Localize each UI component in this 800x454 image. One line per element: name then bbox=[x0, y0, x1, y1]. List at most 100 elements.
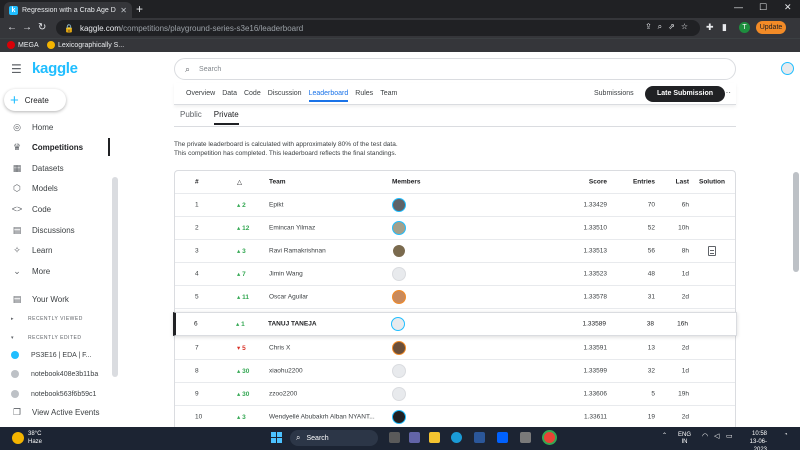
table-row[interactable]: 4 ▴ 7 Jimin Wang 1.33523 48 1d bbox=[175, 263, 735, 286]
sidebar-scrollbar[interactable] bbox=[112, 177, 118, 377]
submissions-link[interactable]: Submissions bbox=[594, 90, 634, 97]
sidepanel-icon[interactable]: ▮ bbox=[722, 22, 727, 33]
tray-chevron-icon[interactable]: ⌃ bbox=[662, 432, 667, 439]
tab-rules[interactable]: Rules bbox=[355, 90, 373, 97]
minimize-icon[interactable]: — bbox=[734, 2, 743, 12]
tab-discussion[interactable]: Discussion bbox=[268, 90, 302, 97]
file-explorer-icon[interactable] bbox=[429, 432, 440, 443]
sidebar-item-home[interactable]: ◎ Home bbox=[0, 118, 110, 136]
tab-data[interactable]: Data bbox=[222, 90, 237, 97]
table-row[interactable]: 2 ▴ 12 Emincan Yilmaz 1.33510 52 10h bbox=[175, 217, 735, 240]
member-avatar[interactable] bbox=[392, 267, 406, 281]
bookmark-lexicographically[interactable]: Lexicographically S... bbox=[47, 41, 124, 49]
forward-icon[interactable]: → bbox=[22, 22, 32, 34]
header-entries[interactable]: Entries bbox=[627, 179, 655, 186]
member-avatar[interactable] bbox=[392, 364, 406, 378]
create-button[interactable]: + Create bbox=[4, 89, 66, 111]
team-name[interactable]: Oscar Aguilar bbox=[269, 294, 308, 301]
chrome-icon[interactable] bbox=[544, 432, 555, 443]
team-name[interactable]: Jimin Wang bbox=[269, 271, 303, 278]
reload-icon[interactable]: ↻ bbox=[38, 22, 46, 34]
member-avatar[interactable] bbox=[392, 198, 406, 212]
my-team-row[interactable]: 6 ▴ 1 TANUJ TANEJA 1.33589 38 16h bbox=[173, 312, 737, 336]
teams-icon[interactable] bbox=[409, 432, 420, 443]
member-avatar[interactable] bbox=[392, 290, 406, 304]
member-avatar[interactable] bbox=[392, 387, 406, 401]
sidebar-item-more[interactable]: ⌄ More bbox=[0, 262, 110, 280]
edge-icon[interactable] bbox=[451, 432, 462, 443]
dropbox-icon[interactable] bbox=[497, 432, 508, 443]
back-icon[interactable]: ← bbox=[7, 22, 17, 34]
battery-icon[interactable]: ▭ bbox=[726, 432, 733, 440]
recent-item[interactable]: notebook563f6b59c1 bbox=[11, 390, 111, 398]
member-avatar[interactable] bbox=[392, 341, 406, 355]
table-row[interactable]: 3 ▴ 3 Ravi Ramakrishnan 1.33513 56 8h bbox=[175, 240, 735, 263]
recently-edited-toggle[interactable]: ▾ RECENTLY EDITED bbox=[11, 335, 81, 341]
browser-tab[interactable]: k Regression with a Crab Age Data... ✕ bbox=[4, 2, 132, 18]
notification-icon[interactable]: ◔ bbox=[784, 432, 788, 438]
header-delta[interactable]: △ bbox=[237, 178, 242, 186]
tab-overview[interactable]: Overview bbox=[186, 90, 215, 97]
tab-public[interactable]: Public bbox=[180, 110, 202, 125]
header-score[interactable]: Score bbox=[557, 179, 607, 186]
language-indicator[interactable]: ENG IN bbox=[678, 432, 691, 446]
team-name[interactable]: TANUJ TANEJA bbox=[268, 321, 317, 328]
header-rank[interactable]: # bbox=[195, 179, 199, 186]
recent-item[interactable]: notebook408e3b11ba bbox=[11, 370, 111, 378]
member-avatar[interactable] bbox=[392, 244, 406, 258]
profile-avatar[interactable]: T bbox=[739, 22, 750, 33]
kaggle-logo[interactable]: kaggle bbox=[32, 60, 78, 77]
taskbar-search[interactable]: ⌕ Search bbox=[290, 430, 378, 446]
close-tab-icon[interactable]: ✕ bbox=[120, 6, 127, 15]
view-active-events[interactable]: ❐ View Active Events bbox=[0, 403, 110, 421]
page-scrollbar[interactable] bbox=[793, 172, 799, 272]
volume-icon[interactable]: ◁ bbox=[714, 432, 719, 440]
wifi-icon[interactable]: ◠ bbox=[702, 432, 708, 440]
member-avatar[interactable] bbox=[391, 317, 405, 331]
table-row[interactable]: 8 ▴ 30 xiaohu2200 1.33599 32 1d bbox=[175, 360, 735, 383]
tab-code[interactable]: Code bbox=[244, 90, 261, 97]
store-icon[interactable] bbox=[474, 432, 485, 443]
sidebar-item-competitions[interactable]: ♛ Competitions bbox=[0, 138, 110, 156]
header-last[interactable]: Last bbox=[659, 179, 689, 186]
table-row[interactable]: 5 ▴ 11 Oscar Aguilar 1.33578 31 2d bbox=[175, 286, 735, 309]
sidebar-item-your-work[interactable]: ▤ Your Work bbox=[0, 290, 110, 308]
sidebar-item-learn[interactable]: ✧ Learn bbox=[0, 241, 110, 259]
new-tab-button[interactable]: + bbox=[136, 2, 143, 16]
user-avatar[interactable] bbox=[781, 62, 794, 75]
table-row[interactable]: 7 ▾ 5 Chris X 1.33591 13 2d bbox=[175, 337, 735, 360]
member-avatar[interactable] bbox=[392, 410, 406, 424]
bookmark-mega[interactable]: MEGA bbox=[7, 41, 39, 49]
update-button[interactable]: Update bbox=[756, 21, 786, 34]
table-row[interactable]: 9 ▴ 30 zzoo2200 1.33606 5 19h bbox=[175, 383, 735, 406]
recent-item[interactable]: PS3E16 | EDA | F... bbox=[11, 351, 111, 359]
sidebar-item-discussions[interactable]: ▤ Discussions bbox=[0, 221, 110, 239]
search-input[interactable]: ⌕ Search bbox=[174, 58, 736, 80]
address-bar[interactable]: 🔒 kaggle.com /competitions/playground-se… bbox=[56, 20, 700, 36]
task-view-icon[interactable] bbox=[389, 432, 400, 443]
team-name[interactable]: zzoo2200 bbox=[269, 391, 297, 398]
maximize-icon[interactable]: ☐ bbox=[759, 2, 767, 13]
sidebar-item-models[interactable]: ⬡ Models bbox=[0, 179, 110, 197]
solution-document-icon[interactable] bbox=[708, 246, 716, 256]
recently-viewed-toggle[interactable]: ▸ RECENTLY VIEWED bbox=[11, 316, 83, 322]
sidebar-item-code[interactable]: <> Code bbox=[0, 200, 110, 218]
extensions-icon[interactable]: ✚ bbox=[706, 22, 714, 33]
late-submission-button[interactable]: Late Submission bbox=[645, 86, 725, 102]
table-row[interactable]: 10 ▴ 3 Wendyellé Abubakrh Alban NYANT...… bbox=[175, 406, 735, 427]
weather-widget[interactable]: 38°C Haze bbox=[12, 430, 42, 446]
more-options-icon[interactable]: ··· bbox=[723, 88, 731, 97]
team-name[interactable]: xiaohu2200 bbox=[269, 368, 303, 375]
omnibox-action-icons[interactable]: ⇪⌕⇗☆ bbox=[645, 22, 694, 32]
table-row[interactable]: 1 ▴ 2 Epikt 1.33429 70 6h bbox=[175, 194, 735, 217]
sidebar-item-datasets[interactable]: ▦ Datasets bbox=[0, 159, 110, 177]
team-name[interactable]: Emincan Yilmaz bbox=[269, 225, 315, 232]
team-name[interactable]: Epikt bbox=[269, 202, 283, 209]
windows-start-icon[interactable] bbox=[271, 432, 282, 443]
header-team[interactable]: Team bbox=[269, 179, 286, 186]
app-icon[interactable] bbox=[520, 432, 531, 443]
close-window-icon[interactable]: ✕ bbox=[784, 2, 792, 13]
member-avatar[interactable] bbox=[392, 221, 406, 235]
team-name[interactable]: Chris X bbox=[269, 345, 290, 352]
team-name[interactable]: Ravi Ramakrishnan bbox=[269, 248, 326, 255]
